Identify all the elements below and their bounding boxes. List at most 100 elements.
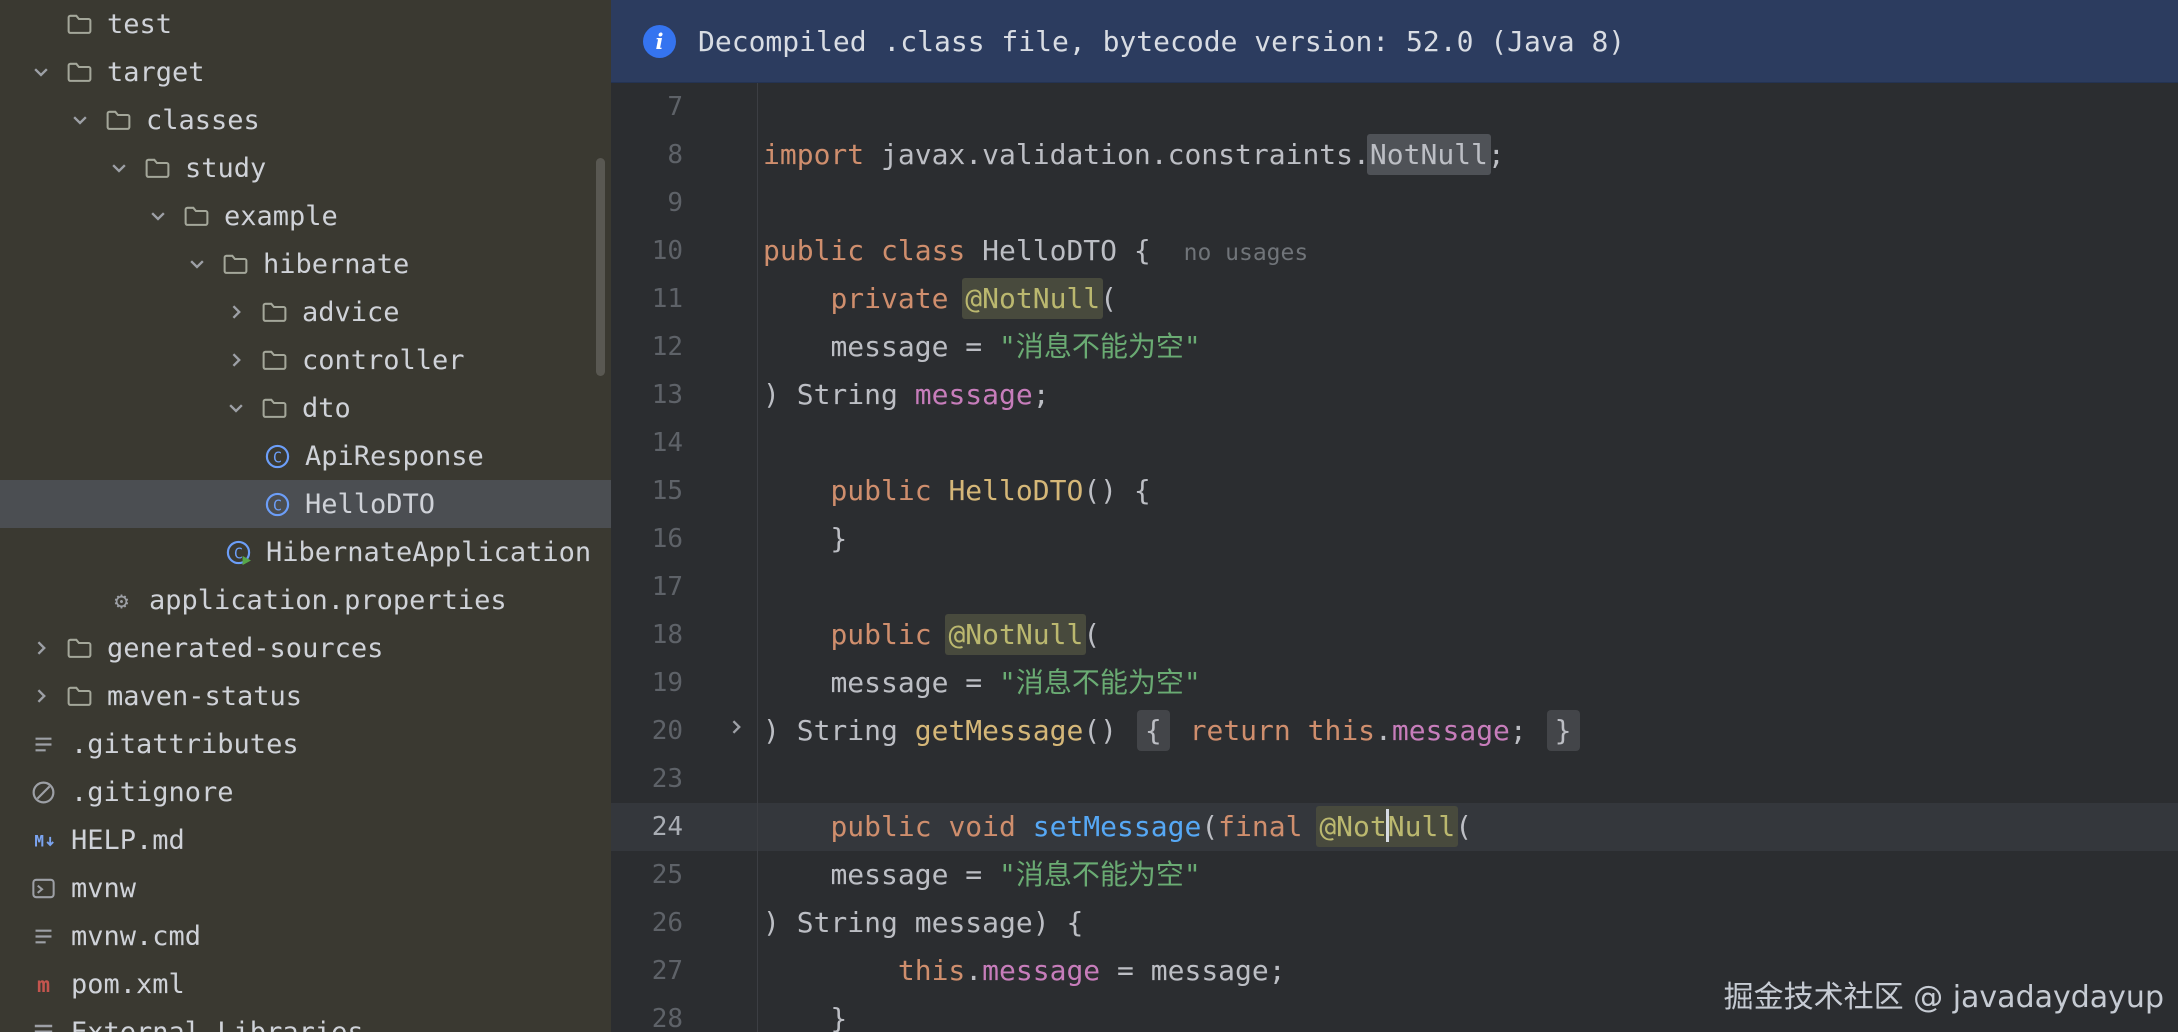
tree-item-external-libraries[interactable]: External Libraries [0,1008,611,1032]
chevron-down-icon[interactable] [28,57,64,87]
tree-item-label: mvnw.cmd [71,920,202,952]
svg-text:C: C [272,496,281,514]
editor-pane: Decompiled .class file, bytecode version… [611,0,2178,1032]
tree-item-label: example [224,200,338,232]
folder-icon [64,57,94,87]
chevron-right-icon[interactable] [223,297,259,327]
chevron-right-icon[interactable] [223,345,259,375]
gear-icon: ⚙ [106,585,136,615]
code-text[interactable] [757,179,2178,227]
tree-item-test[interactable]: test [0,0,611,48]
code-text[interactable]: private @NotNull( [757,275,2178,323]
tree-item-target[interactable]: target [0,48,611,96]
code-text[interactable]: message = "消息不能为空" [757,851,2178,899]
line-number: 7 [667,92,683,122]
tree-item-pom-xml[interactable]: m pom.xml [0,960,611,1008]
folder-icon [259,345,289,375]
tree-item-mvnw[interactable]: mvnw [0,864,611,912]
tree-item-classes[interactable]: classes [0,96,611,144]
code-text[interactable]: ) String message; [757,371,2178,419]
chevron-right-icon[interactable] [28,681,64,711]
code-text[interactable] [757,419,2178,467]
tree-item-gitattributes[interactable]: .gitattributes [0,720,611,768]
tree-item-mvnw-cmd[interactable]: mvnw.cmd [0,912,611,960]
fold-gutter [683,179,757,227]
tree-item-label: advice [302,296,400,328]
tree-item-example[interactable]: example [0,192,611,240]
class-icon: C [262,489,292,519]
code-text[interactable]: ) String getMessage() { return this.mess… [757,707,2178,755]
code-text[interactable]: public @NotNull( [757,611,2178,659]
tree-item-hellodto[interactable]: C HelloDTO [0,480,611,528]
code-text[interactable]: public void setMessage(final @NotNull( [757,803,2178,851]
code-text[interactable]: message = "消息不能为空" [757,323,2178,371]
folder-icon [142,153,172,183]
line-number: 23 [651,764,683,794]
fold-gutter[interactable] [683,707,757,755]
folder-icon [64,633,94,663]
line-number: 13 [651,380,683,410]
chevron-down-icon[interactable] [106,153,142,183]
decompiled-banner: Decompiled .class file, bytecode version… [611,0,2178,83]
tree-item-apiresponse[interactable]: C ApiResponse [0,432,611,480]
line-number: 10 [651,236,683,266]
tree-item-application-properties[interactable]: ⚙ application.properties [0,576,611,624]
tree-item-label: External Libraries [71,1016,364,1032]
banner-text: Decompiled .class file, bytecode version… [698,24,1626,58]
list-icon [28,729,58,759]
folder-icon [181,201,211,231]
line-number: 25 [651,860,683,890]
fold-gutter [683,83,757,131]
folder-icon [220,249,250,279]
tree-item-label: dto [302,392,351,424]
fold-collapsed-icon[interactable] [723,707,749,755]
tree-item-study[interactable]: study [0,144,611,192]
list-icon [28,921,58,951]
ignore-icon [28,777,58,807]
editor-line-25: 25 message = "消息不能为空" [611,851,2178,899]
tree-item-label: generated-sources [107,632,384,664]
chevron-down-icon[interactable] [184,249,220,279]
class-run-icon: C [223,537,253,567]
tree-item-gitignore[interactable]: .gitignore [0,768,611,816]
code-text[interactable] [757,83,2178,131]
editor-line-24: 24 public void setMessage(final @NotNull… [611,803,2178,851]
editor-line-11: 11 private @NotNull( [611,275,2178,323]
fold-gutter [683,467,757,515]
tree-item-dto[interactable]: dto [0,384,611,432]
code-text[interactable]: import javax.validation.constraints.NotN… [757,131,2178,179]
tree-item-label: controller [302,344,465,376]
fold-gutter [683,947,757,995]
code-text[interactable]: public class HelloDTO { no usages [757,227,2178,275]
tree-scrollbar[interactable] [596,158,605,376]
chevron-down-icon[interactable] [223,393,259,423]
tree-item-label: mvnw [71,872,137,904]
folder-icon [64,681,94,711]
tree-item-label: hibernate [263,248,410,280]
line-number: 15 [651,476,683,506]
code-text[interactable]: message = "消息不能为空" [757,659,2178,707]
tree-item-maven-status[interactable]: maven-status [0,672,611,720]
fold-gutter [683,851,757,899]
chevron-down-icon[interactable] [67,105,103,135]
tree-item-hibernate[interactable]: hibernate [0,240,611,288]
tree-item-generated-sources[interactable]: generated-sources [0,624,611,672]
chevron-down-icon[interactable] [145,201,181,231]
code-text[interactable]: public HelloDTO() { [757,467,2178,515]
tree-item-label: pom.xml [71,968,185,1000]
tree-item-controller[interactable]: controller [0,336,611,384]
info-icon [643,24,676,58]
chevron-right-icon[interactable] [28,633,64,663]
tree-item-advice[interactable]: advice [0,288,611,336]
editor-line-19: 19 message = "消息不能为空" [611,659,2178,707]
tree-item-help-md[interactable]: M HELP.md [0,816,611,864]
code-text[interactable] [757,755,2178,803]
code-text[interactable]: ) String message) { [757,899,2178,947]
code-text[interactable] [757,563,2178,611]
code-text[interactable]: } [757,515,2178,563]
line-number: 17 [651,572,683,602]
svg-text:C: C [272,448,281,466]
tree-item-label: .gitignore [71,776,234,808]
tree-item-hibernateapplication[interactable]: C HibernateApplication [0,528,611,576]
line-number: 12 [651,332,683,362]
